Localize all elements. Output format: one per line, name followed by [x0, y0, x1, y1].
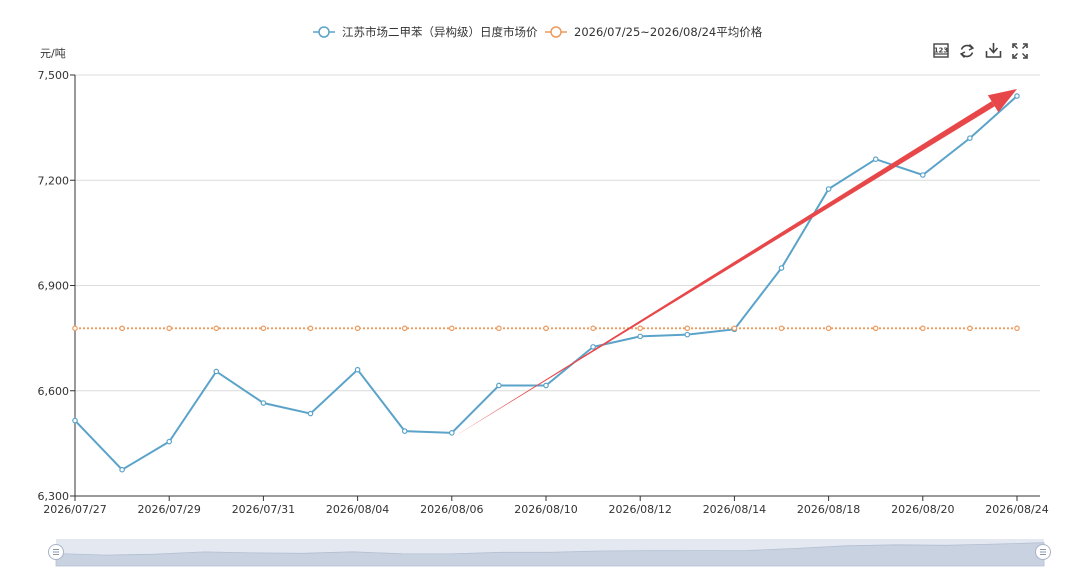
legend-item-series-2[interactable]: 2026/07/25~2026/08/24平均价格: [545, 25, 763, 39]
fullscreen-icon[interactable]: [1012, 43, 1028, 59]
trend-arrow-shaft: [451, 101, 995, 439]
toolbox: 123: [933, 43, 1028, 59]
x-axis: 2026/07/27 2026/07/29 2026/07/31 2026/08/04…: [43, 495, 1049, 516]
x-tick-label: 2026/08/12: [608, 503, 671, 516]
data-point[interactable]: [731, 325, 738, 332]
data-point[interactable]: [401, 325, 408, 332]
data-point[interactable]: [119, 325, 125, 332]
series: [72, 93, 1020, 473]
x-tick-label: 2026/08/10: [514, 503, 577, 516]
data-point[interactable]: [496, 325, 502, 332]
data-point[interactable]: [778, 265, 785, 271]
data-point[interactable]: [354, 366, 361, 373]
data-point[interactable]: [590, 325, 596, 332]
data-point[interactable]: [543, 382, 549, 389]
datazoom-handle-right[interactable]: [1035, 544, 1051, 560]
x-tick-label: 2026/08/20: [891, 503, 954, 516]
data-point[interactable]: [872, 325, 879, 332]
data-point[interactable]: [543, 325, 549, 332]
x-tick-label: 2026/07/31: [232, 503, 295, 516]
y-axis: 6,300 6,600 6,900 7,200 7,500: [38, 69, 76, 503]
x-tick-label: 2026/07/29: [137, 503, 200, 516]
data-point[interactable]: [1014, 93, 1020, 99]
svg-text:123: 123: [934, 47, 949, 55]
legend: 江苏市场二甲苯（异构级）日度市场价 2026/07/25~2026/08/24平…: [313, 25, 763, 39]
data-point[interactable]: [637, 325, 644, 332]
data-point[interactable]: [448, 430, 455, 436]
chart: 江苏市场二甲苯（异构级）日度市场价 2026/07/25~2026/08/24平…: [38, 25, 1051, 567]
data-point[interactable]: [919, 325, 926, 332]
data-point[interactable]: [919, 172, 926, 178]
x-tick-label: 2026/07/27: [43, 503, 106, 516]
x-tick-label: 2026/08/24: [985, 503, 1048, 516]
data-point[interactable]: [637, 333, 644, 340]
trend-annotation: [451, 89, 1017, 439]
data-point[interactable]: [872, 156, 879, 163]
data-point[interactable]: [401, 428, 408, 434]
data-view-icon[interactable]: 123: [933, 43, 949, 58]
y-tick-label: 7,200: [38, 174, 70, 187]
y-tick-label: 6,600: [38, 385, 70, 398]
data-point[interactable]: [260, 400, 267, 406]
data-point[interactable]: [119, 466, 125, 473]
x-tick-label: 2026/08/14: [703, 503, 766, 516]
data-point[interactable]: [825, 325, 832, 332]
download-icon[interactable]: [985, 43, 1002, 58]
data-point[interactable]: [778, 325, 785, 332]
series-line-1: [74, 95, 1018, 471]
legend-label-series-2: 2026/07/25~2026/08/24平均价格: [574, 25, 763, 39]
data-point[interactable]: [967, 325, 973, 332]
grid: [75, 74, 1040, 392]
data-point[interactable]: [448, 325, 455, 332]
data-point[interactable]: [72, 417, 78, 424]
x-tick-label: 2026/08/18: [797, 503, 860, 516]
data-point[interactable]: [307, 410, 314, 417]
data-point[interactable]: [496, 382, 502, 389]
restore-icon[interactable]: [959, 44, 975, 58]
data-point[interactable]: [354, 325, 361, 332]
data-point[interactable]: [72, 325, 78, 332]
datazoom-handle-left[interactable]: [48, 544, 64, 560]
y-axis-unit: 元/吨: [40, 47, 66, 60]
x-tick-label: 2026/08/04: [326, 503, 389, 516]
datazoom-slider[interactable]: [48, 539, 1051, 567]
legend-label-series-1: 江苏市场二甲苯（异构级）日度市场价: [342, 25, 538, 39]
data-point[interactable]: [684, 325, 691, 332]
data-point[interactable]: [825, 186, 832, 192]
data-point[interactable]: [684, 331, 691, 338]
data-point[interactable]: [590, 344, 596, 350]
y-tick-label: 6,300: [38, 490, 70, 503]
data-point[interactable]: [1014, 325, 1020, 332]
x-tick-label: 2026/08/06: [420, 503, 483, 516]
data-point[interactable]: [166, 438, 173, 445]
legend-item-series-1[interactable]: 江苏市场二甲苯（异构级）日度市场价: [313, 25, 538, 39]
data-point[interactable]: [260, 325, 267, 332]
data-point[interactable]: [213, 325, 220, 332]
y-tick-label: 6,900: [38, 280, 70, 293]
data-point[interactable]: [967, 135, 973, 141]
data-point[interactable]: [166, 325, 173, 332]
y-tick-label: 7,500: [38, 69, 70, 82]
data-point[interactable]: [213, 368, 220, 375]
data-point[interactable]: [307, 325, 314, 332]
